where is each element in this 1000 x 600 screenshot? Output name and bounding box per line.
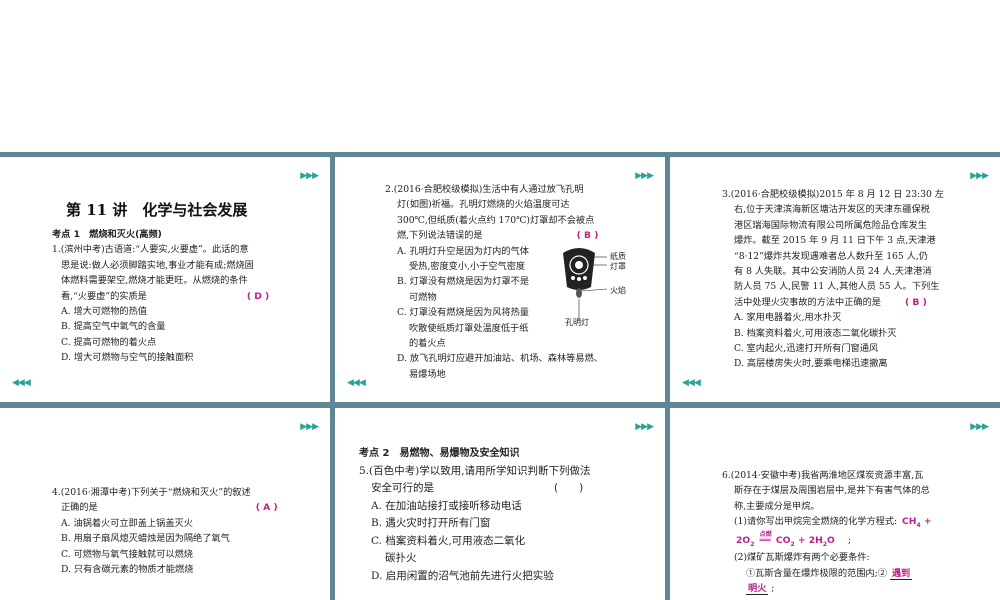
question-4: 4.(2016·湘潭中考)下列关于“燃烧和灭火”的叙述 正确的是( A ) A.… (52, 487, 278, 576)
question-1: 考点 1 燃烧和灭火(高频) 1.(滨州中考)古语道:“人要实,火要虚”。此话的… (52, 227, 322, 366)
question-3: 3.(2016·合肥校级模拟)2015 年 8 月 12 日 23:30 左 右… (722, 189, 944, 370)
slide-5[interactable]: ▶▶▶ 考点 2 易燃物、易爆物及安全知识 5.(百色中考)学以致用,请用所学知… (335, 408, 665, 600)
flame-shape (576, 288, 582, 298)
answer-equation-part2: 2O2 点燃 ══ CO2 + 2H2O (734, 531, 840, 548)
kaodian-label: 考点 1 燃烧和灭火(高频) (52, 229, 162, 240)
next-arrow-icon[interactable]: ▶▶▶ (635, 171, 654, 181)
answer-badge: ( D ) (246, 290, 270, 302)
fig-label-flame: 火焰 (610, 286, 626, 295)
next-arrow-icon[interactable]: ▶▶▶ (300, 171, 319, 181)
next-arrow-icon[interactable]: ▶▶▶ (970, 422, 989, 432)
slide-4[interactable]: ▶▶▶ 4.(2016·湘潭中考)下列关于“燃烧和灭火”的叙述 正确的是( A … (0, 408, 330, 600)
next-arrow-icon[interactable]: ▶▶▶ (300, 422, 319, 432)
next-arrow-icon[interactable]: ▶▶▶ (970, 171, 989, 181)
slide-3[interactable]: ▶▶▶ 3.(2016·合肥校级模拟)2015 年 8 月 12 日 23:30… (670, 157, 1000, 402)
answer-badge: ( B ) (905, 296, 927, 308)
prev-arrow-icon[interactable]: ◀◀◀ (682, 378, 701, 388)
answer-equation-part1: CH4 + (902, 516, 932, 530)
answer-badge: ( A ) (255, 502, 278, 514)
reaction-condition: 点燃 (759, 531, 772, 539)
lantern-pattern-center (575, 261, 583, 269)
slide-1[interactable]: ▶▶▶ 第 11 讲 化学与社会发展 考点 1 燃烧和灭火(高频) 1.(滨州中… (0, 157, 330, 402)
kaodian-label: 考点 2 易燃物、易爆物及安全知识 (359, 448, 520, 459)
prev-arrow-icon[interactable]: ◀◀◀ (12, 378, 31, 388)
answer-fill-b: 明火 (746, 583, 769, 596)
prev-arrow-icon[interactable]: ◀◀◀ (347, 378, 366, 388)
slide-6[interactable]: ▶▶▶ 6.(2014·安徽中考)我省两淮地区煤炭资源丰富,瓦 斯存在于煤层及周… (670, 408, 1000, 600)
slide-2[interactable]: ▶▶▶ 2.(2016·合肥校级模拟)生活中有人通过放飞孔明 灯(如图)祈福。孔… (335, 157, 665, 402)
next-arrow-icon[interactable]: ▶▶▶ (635, 422, 654, 432)
fig-caption: 孔明灯 (565, 318, 589, 327)
answer-badge: ( B ) (576, 230, 599, 242)
question-6: 6.(2014·安徽中考)我省两淮地区煤炭资源丰富,瓦 斯存在于煤层及周围岩层中… (722, 470, 932, 596)
answer-fill-a: 遇到 (889, 567, 913, 580)
answer-badge: ( ) (554, 482, 584, 494)
lesson-title: 第 11 讲 化学与社会发展 (66, 201, 248, 219)
fig-label-shade: 灯罩 (610, 262, 626, 271)
question-5: 考点 2 易燃物、易爆物及安全知识 5.(百色中考)学以致用,请用所学知识判断下… (359, 445, 659, 585)
